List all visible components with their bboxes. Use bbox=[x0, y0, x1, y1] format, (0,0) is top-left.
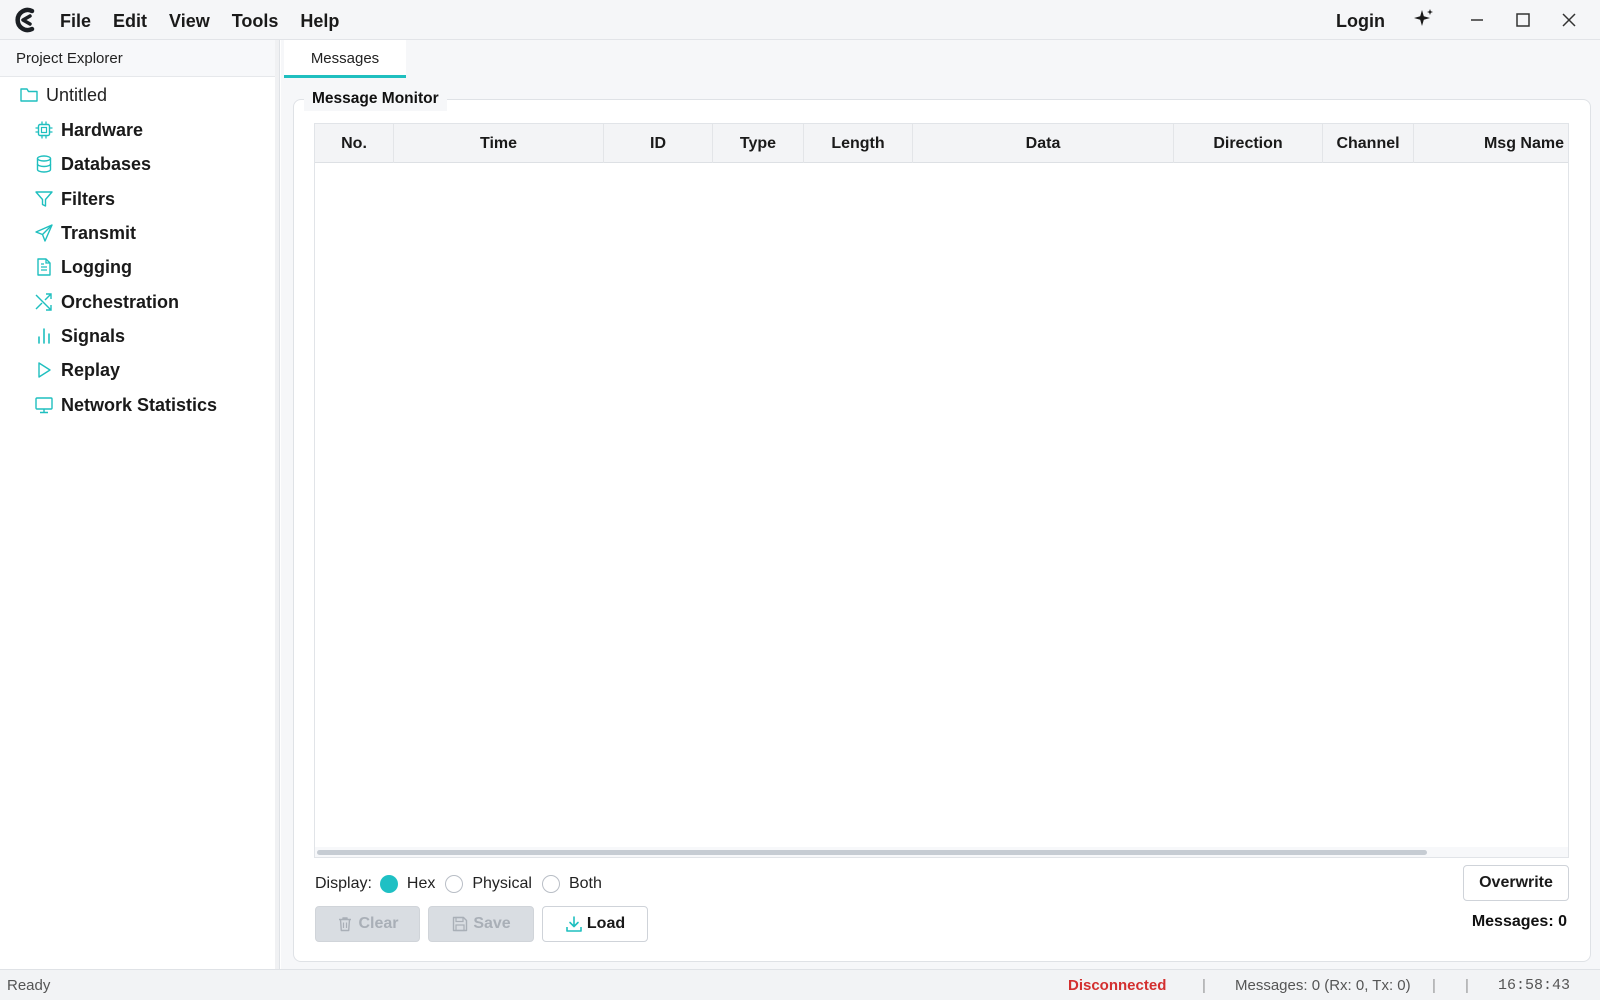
project-explorer-panel: Project Explorer Untitled Hardware Datab… bbox=[0, 40, 280, 969]
message-monitor-title: Message Monitor bbox=[304, 87, 447, 111]
save-icon bbox=[453, 916, 468, 932]
tree-item-orchestration[interactable]: Orchestration bbox=[34, 289, 179, 315]
tree-item-label: Filters bbox=[61, 188, 116, 209]
clear-button-label: Clear bbox=[358, 915, 399, 932]
column-header-channel[interactable]: Channel bbox=[1323, 124, 1414, 163]
column-header-no[interactable]: No. bbox=[315, 124, 394, 163]
radio-both[interactable]: Both bbox=[541, 875, 602, 893]
bar-chart-icon bbox=[38, 328, 50, 344]
minimize-icon[interactable] bbox=[1466, 9, 1488, 31]
tree-item-signals[interactable]: Signals bbox=[34, 323, 125, 349]
monitor-icon bbox=[35, 397, 53, 414]
radio-label: Physical bbox=[472, 875, 532, 892]
menu-view[interactable]: View bbox=[167, 0, 221, 40]
clear-button[interactable]: Clear bbox=[315, 906, 420, 942]
status-separator: | bbox=[1432, 977, 1436, 994]
tree-item-label: Replay bbox=[61, 359, 121, 380]
tree-item-label: Orchestration bbox=[61, 291, 180, 312]
status-separator: | bbox=[1465, 977, 1469, 994]
radio-label: Hex bbox=[406, 875, 436, 892]
project-explorer-title: Project Explorer bbox=[0, 40, 279, 77]
status-clock: 16:58:43 bbox=[1498, 977, 1571, 994]
play-icon bbox=[38, 362, 51, 378]
radio-label: Both bbox=[568, 875, 602, 892]
tree-item-label: Hardware bbox=[61, 119, 144, 140]
column-header-msg-name[interactable]: Msg Name bbox=[1414, 124, 1568, 163]
close-icon[interactable] bbox=[1558, 9, 1580, 31]
overwrite-button[interactable]: Overwrite bbox=[1463, 865, 1569, 901]
display-mode-group: Display: Hex Physical Both bbox=[315, 871, 612, 897]
column-header-type[interactable]: Type bbox=[713, 124, 804, 163]
tree-root-untitled[interactable]: Untitled bbox=[19, 83, 107, 107]
login-button[interactable]: Login bbox=[1336, 0, 1385, 42]
database-icon bbox=[36, 155, 52, 173]
radio-unchecked-icon bbox=[445, 875, 464, 893]
radio-unchecked-icon bbox=[541, 875, 560, 893]
tree-root-label: Untitled bbox=[46, 84, 108, 105]
column-header-id[interactable]: ID bbox=[604, 124, 713, 163]
scrollbar-thumb[interactable] bbox=[317, 850, 1427, 855]
save-button[interactable]: Save bbox=[428, 906, 534, 942]
folder-icon bbox=[20, 88, 38, 102]
status-ready: Ready bbox=[7, 977, 51, 994]
status-separator: | bbox=[1202, 977, 1206, 994]
tree-item-label: Network Statistics bbox=[61, 394, 218, 415]
table-header: No. Time ID Type Length Data Direction C… bbox=[315, 124, 1568, 163]
load-button-label: Load bbox=[586, 915, 626, 932]
tab-messages[interactable]: Messages bbox=[284, 40, 406, 78]
save-button-label: Save bbox=[473, 915, 511, 932]
tree-item-hardware[interactable]: Hardware bbox=[34, 117, 143, 143]
display-label: Display: bbox=[315, 875, 372, 892]
tree-item-replay[interactable]: Replay bbox=[34, 357, 120, 383]
connection-status: Disconnected bbox=[1068, 977, 1167, 994]
tree-item-network-statistics[interactable]: Network Statistics bbox=[34, 392, 217, 418]
tree-item-transmit[interactable]: Transmit bbox=[34, 220, 136, 246]
panel-splitter[interactable] bbox=[275, 40, 279, 969]
shuffle-icon bbox=[35, 293, 52, 311]
tree-item-filters[interactable]: Filters bbox=[34, 186, 115, 212]
status-messages: Messages: 0 (Rx: 0, Tx: 0) bbox=[1235, 977, 1411, 994]
tree-item-databases[interactable]: Databases bbox=[34, 151, 151, 177]
download-icon bbox=[566, 916, 582, 932]
tree-item-label: Databases bbox=[61, 153, 152, 174]
load-button[interactable]: Load bbox=[542, 906, 648, 942]
message-table[interactable]: No. Time ID Type Length Data Direction C… bbox=[314, 123, 1569, 858]
menu-tools[interactable]: Tools bbox=[230, 0, 290, 40]
menu-help[interactable]: Help bbox=[298, 0, 350, 40]
title-bar: File Edit View Tools Help Login bbox=[0, 0, 1600, 40]
chip-icon bbox=[35, 121, 53, 139]
horizontal-scrollbar[interactable] bbox=[315, 847, 1568, 857]
maximize-icon[interactable] bbox=[1512, 9, 1534, 31]
tree-item-label: Logging bbox=[61, 256, 132, 277]
trash-icon bbox=[339, 917, 352, 932]
menu-edit[interactable]: Edit bbox=[111, 0, 158, 40]
column-header-data[interactable]: Data bbox=[913, 124, 1174, 163]
document-icon bbox=[37, 258, 51, 276]
status-bar: Ready Disconnected | Messages: 0 (Rx: 0,… bbox=[0, 969, 1600, 1000]
column-header-time[interactable]: Time bbox=[394, 124, 604, 163]
tab-bar: Messages bbox=[281, 40, 1600, 78]
menu-bar: File Edit View Tools Help bbox=[58, 0, 359, 40]
filter-icon bbox=[35, 191, 53, 207]
app-logo-icon bbox=[15, 7, 35, 33]
main-area: Messages Message Monitor No. Time ID Typ… bbox=[281, 40, 1600, 969]
tree-item-label: Signals bbox=[61, 325, 126, 346]
radio-checked-icon bbox=[379, 875, 398, 893]
sparkle-icon[interactable] bbox=[1413, 8, 1435, 30]
radio-physical[interactable]: Physical bbox=[445, 875, 532, 893]
message-count: Messages: 0 bbox=[1471, 913, 1567, 930]
column-header-direction[interactable]: Direction bbox=[1174, 124, 1323, 163]
tree-item-logging[interactable]: Logging bbox=[34, 254, 132, 280]
send-icon bbox=[35, 224, 53, 242]
column-header-length[interactable]: Length bbox=[804, 124, 913, 163]
tree-item-label: Transmit bbox=[61, 222, 137, 243]
radio-hex[interactable]: Hex bbox=[379, 875, 436, 893]
menu-file[interactable]: File bbox=[58, 0, 102, 40]
